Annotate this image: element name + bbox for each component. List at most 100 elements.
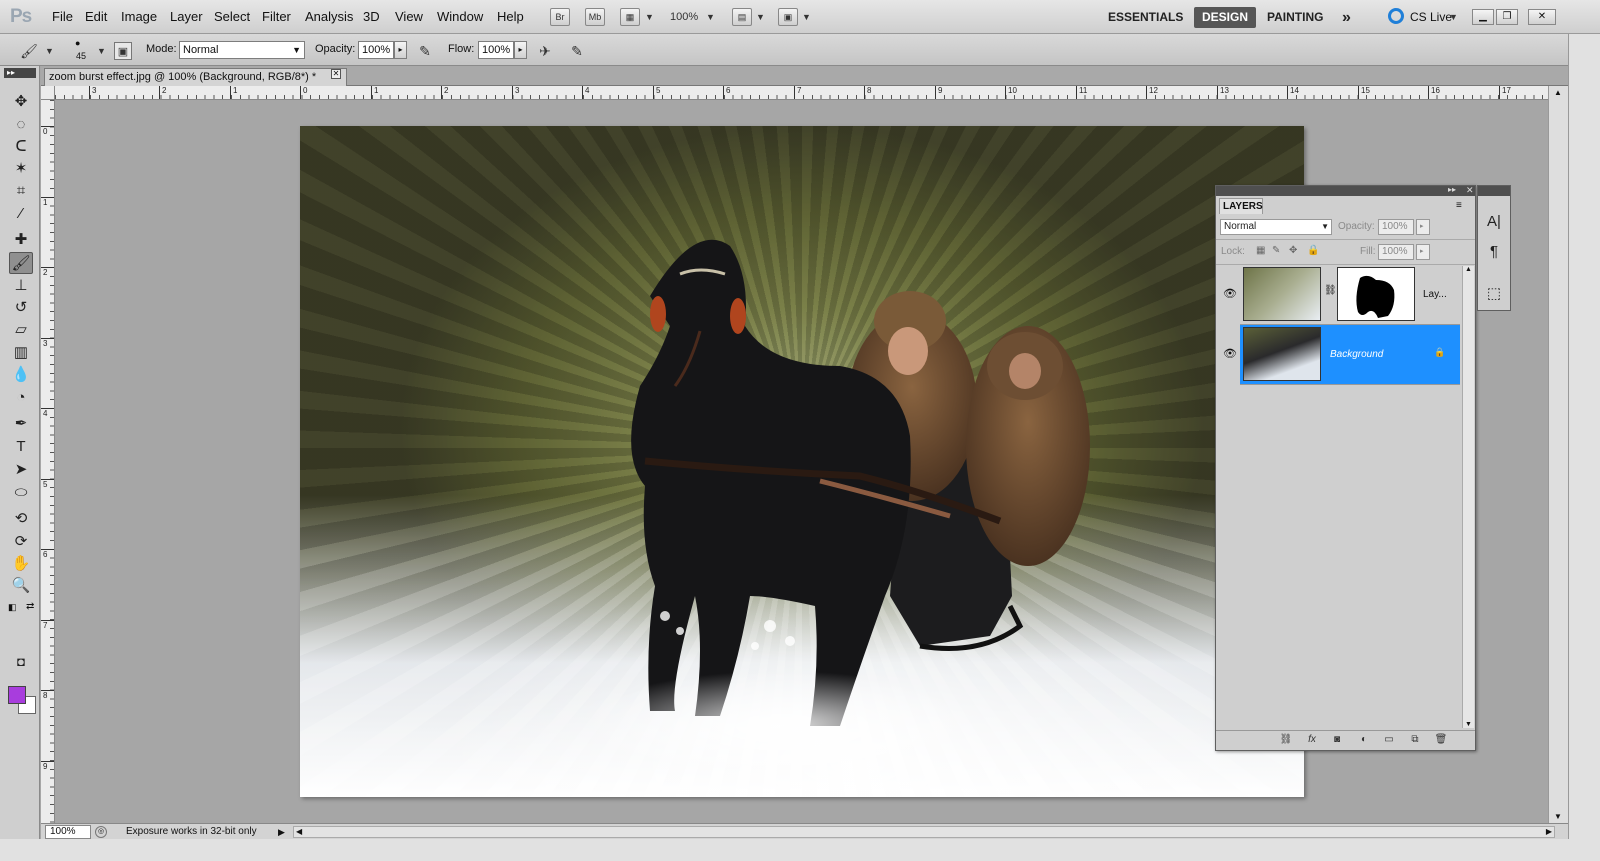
opacity-slider-button[interactable]: ▸ (394, 41, 407, 59)
blur-tool-icon[interactable]: 💧 (9, 364, 33, 386)
minimize-button[interactable]: ▁ (1472, 9, 1494, 25)
paragraph-panel-icon[interactable]: ¶ (1484, 242, 1504, 262)
layer-row[interactable]: 👁 ⛓ Lay... (1223, 265, 1460, 325)
layers-tab[interactable]: LAYERS (1219, 198, 1263, 214)
menu-window[interactable]: Window (437, 9, 483, 24)
mini-bridge-button[interactable]: Mb (585, 8, 605, 26)
document-tab[interactable]: zoom burst effect.jpg @ 100% (Background… (44, 68, 347, 86)
layer-row-selected[interactable]: 👁 Background 🔒 (1223, 325, 1460, 385)
menu-view[interactable]: View (395, 9, 423, 24)
dodge-tool-icon[interactable]: ◔ (9, 387, 33, 409)
lock-transparency-icon[interactable]: ▦ (1256, 245, 1265, 256)
fill-arrow-icon[interactable]: ▸ (1416, 244, 1430, 260)
lock-pixels-icon[interactable]: ✎ (1272, 245, 1280, 256)
ellipse-tool-icon[interactable]: ⬭ (9, 482, 33, 504)
scroll-left-icon[interactable]: ◀ (296, 827, 302, 836)
3d-rotate-tool-icon[interactable]: ⟲ (9, 508, 33, 530)
airbrush-icon[interactable]: ✈ (536, 42, 554, 60)
close-icon[interactable]: ✕ (1466, 185, 1474, 196)
quick-mask-icon[interactable]: ◘ (9, 651, 33, 673)
ruler-origin[interactable] (41, 86, 55, 100)
3d-orbit-tool-icon[interactable]: ⟳ (9, 531, 33, 553)
link-icon[interactable]: ⛓ (1324, 285, 1337, 296)
close-button[interactable]: ✕ (1528, 9, 1556, 25)
type-tool-icon[interactable]: T (9, 436, 33, 458)
link-layers-icon[interactable]: ⛓ (1278, 734, 1294, 748)
visibility-eye-icon[interactable]: 👁 (1223, 347, 1237, 360)
swap-colors-icon[interactable]: ⇄ (26, 601, 34, 612)
layer-name[interactable]: Background (1330, 349, 1383, 360)
eyedropper-tool-icon[interactable]: ⁄ (9, 203, 33, 225)
opacity-input[interactable]: 100% (358, 41, 394, 59)
view-extras-button[interactable]: ▦ (620, 8, 640, 26)
panel-menu-icon[interactable]: ≡ (1456, 200, 1462, 211)
lock-position-icon[interactable]: ✥ (1289, 245, 1297, 256)
horizontal-ruler[interactable]: 3 2 1 0 1 2 3 4 5 6 7 8 9 10 11 12 13 14… (55, 86, 1548, 100)
lasso-tool-icon[interactable]: ᑕ (9, 136, 33, 158)
status-menu-arrow-icon[interactable]: ▶ (278, 825, 288, 839)
layer-name[interactable]: Lay... (1423, 289, 1447, 300)
pressure-opacity-icon[interactable]: ✎ (416, 42, 434, 60)
chevron-down-icon[interactable]: ▼ (756, 12, 765, 22)
clone-stamp-tool-icon[interactable]: ⊥ (9, 275, 33, 297)
marquee-tool-icon[interactable]: ◌ (9, 114, 33, 136)
vertical-ruler[interactable]: 0 1 2 3 4 5 6 7 8 9 (41, 100, 55, 823)
brush-tool-icon[interactable]: 🖌 (9, 252, 33, 274)
workspace-more-button[interactable]: » (1334, 7, 1359, 28)
path-selection-tool-icon[interactable]: ➤ (9, 459, 33, 481)
character-panel-icon[interactable]: A| (1484, 212, 1504, 232)
scroll-right-icon[interactable]: ▶ (1546, 827, 1552, 836)
quick-selection-tool-icon[interactable]: ✶ (9, 158, 33, 180)
adjustment-layer-icon[interactable]: ◐ (1356, 734, 1372, 748)
workspace-painting[interactable]: PAINTING (1259, 7, 1331, 28)
foreground-color-swatch[interactable] (8, 686, 26, 704)
healing-brush-tool-icon[interactable]: ✚ (9, 229, 33, 251)
layer-opacity-input[interactable]: 100% (1378, 219, 1414, 235)
cs-live-menu[interactable]: CS Live (1410, 10, 1452, 24)
layers-scrollbar[interactable]: ▲ ▼ (1462, 266, 1474, 728)
flow-input[interactable]: 100% (478, 41, 514, 59)
menu-image[interactable]: Image (121, 9, 157, 24)
close-icon[interactable]: ✕ (331, 69, 341, 79)
layer-opacity-arrow-icon[interactable]: ▸ (1416, 219, 1430, 235)
horizontal-scrollbar[interactable]: ◀ ▶ (293, 826, 1555, 838)
brush-tip-icon[interactable]: ● (75, 38, 80, 48)
chevron-down-icon[interactable]: ▼ (802, 12, 811, 22)
add-mask-icon[interactable]: ◙ (1329, 734, 1345, 748)
panel-title-bar[interactable]: ✕ ▸▸ (1216, 185, 1475, 196)
document-image[interactable] (300, 126, 1304, 797)
hand-tool-icon[interactable]: ✋ (9, 553, 33, 575)
fill-input[interactable]: 100% (1378, 244, 1414, 260)
gradient-tool-icon[interactable]: ▥ (9, 342, 33, 364)
scroll-up-icon[interactable]: ▲ (1554, 88, 1562, 97)
proof-icon[interactable]: ◎ (95, 826, 107, 838)
menu-file[interactable]: File (52, 9, 73, 24)
menu-layer[interactable]: Layer (170, 9, 203, 24)
pen-tool-icon[interactable]: ✒ (9, 413, 33, 435)
new-layer-icon[interactable]: ⧉ (1407, 734, 1423, 748)
menu-select[interactable]: Select (214, 9, 250, 24)
mode-select[interactable]: Normal ▼ (179, 41, 305, 59)
menu-analysis[interactable]: Analysis (305, 9, 353, 24)
chevron-down-icon[interactable]: ▼ (97, 46, 106, 56)
flow-slider-button[interactable]: ▸ (514, 41, 527, 59)
transform-panel-icon[interactable]: ⬚ (1484, 284, 1504, 304)
pressure-size-icon[interactable]: ✎ (568, 42, 586, 60)
screen-mode-button[interactable]: ▣ (778, 8, 798, 26)
layer-mask-thumbnail[interactable] (1337, 267, 1415, 321)
toolbar-collapse-icon[interactable]: ▸▸ (4, 68, 36, 78)
dock-title-bar[interactable] (1478, 186, 1510, 196)
restore-button[interactable]: ❐ (1496, 9, 1518, 25)
collapse-icon[interactable]: ▸▸ (1448, 185, 1456, 194)
delete-layer-icon[interactable]: 🗑 (1433, 734, 1449, 748)
menu-help[interactable]: Help (497, 9, 524, 24)
scroll-down-icon[interactable]: ▼ (1465, 721, 1472, 728)
bridge-button[interactable]: Br (550, 8, 570, 26)
crop-tool-icon[interactable]: ⌗ (9, 180, 33, 202)
menu-filter[interactable]: Filter (262, 9, 291, 24)
layer-style-icon[interactable]: fx (1304, 734, 1320, 748)
brush-panel-icon[interactable]: ▣ (114, 42, 132, 60)
workspace-design[interactable]: DESIGN (1194, 7, 1257, 28)
menu-3d[interactable]: 3D (363, 9, 380, 24)
vertical-scrollbar[interactable]: ▲ ▼ (1548, 86, 1568, 823)
